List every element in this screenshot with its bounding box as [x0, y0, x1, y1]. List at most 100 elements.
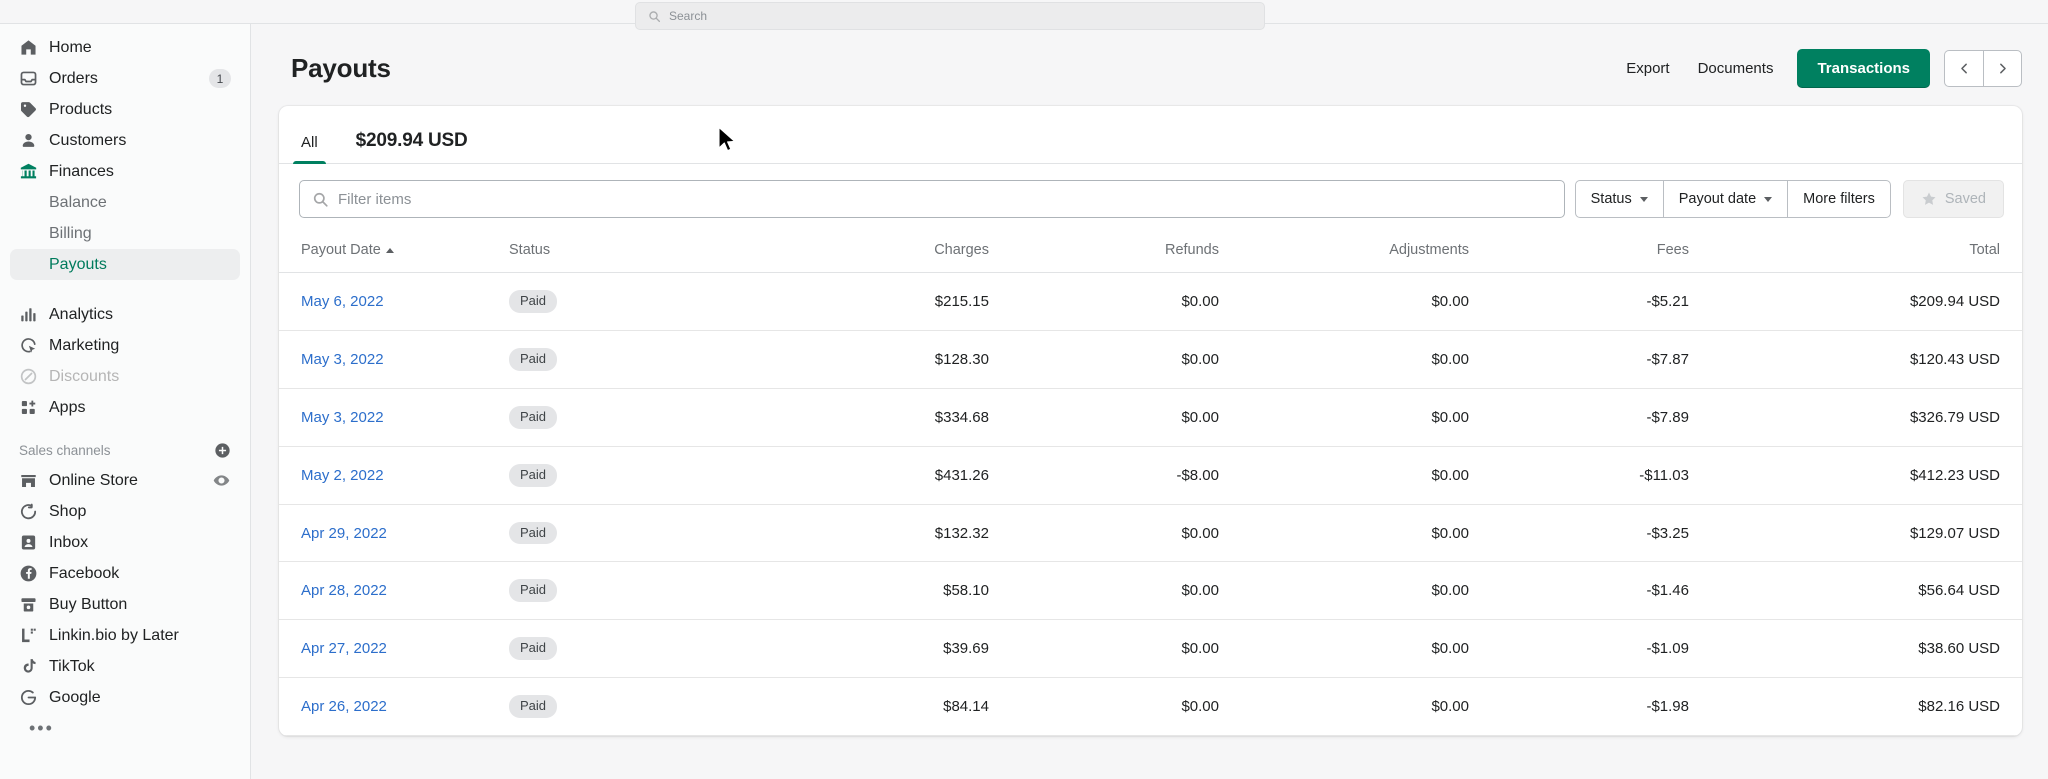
payout-date-link[interactable]: Apr 29, 2022	[301, 525, 387, 542]
sidebar-item-label: Shop	[49, 502, 87, 520]
more-filters-button[interactable]: More filters	[1788, 180, 1891, 218]
tab-all[interactable]: All	[285, 135, 334, 164]
table-row[interactable]: May 3, 2022 Paid $128.30 $0.00 $0.00 -$7.87 $1…	[279, 330, 2022, 389]
payout-date-cell: Apr 29, 2022	[279, 504, 509, 563]
sidebar-item-label: TikTok	[49, 657, 95, 675]
sidebar-item-facebook[interactable]: Facebook	[10, 558, 240, 589]
refunds-cell: $0.00	[989, 677, 1219, 737]
fees-cell: -$7.87	[1469, 330, 1689, 389]
page-title: Payouts	[291, 52, 391, 83]
preview-store-icon[interactable]	[212, 471, 231, 490]
star-icon	[1922, 192, 1936, 205]
tabs-row: All $209.94 USD	[279, 106, 2022, 164]
sidebar-subitem-label: Balance	[49, 193, 107, 211]
sidebar-item-analytics[interactable]: Analytics	[10, 299, 240, 330]
sidebar-item-products[interactable]: Products	[10, 94, 240, 125]
sidebar-item-customers[interactable]: Customers	[10, 125, 240, 156]
sidebar-item-label: Products	[49, 100, 113, 118]
table-row[interactable]: Apr 27, 2022 Paid $39.69 $0.00 $0.00 -$1.09 $3…	[279, 619, 2022, 679]
payout-date-link[interactable]: May 3, 2022	[301, 409, 384, 426]
payout-date-link[interactable]: May 2, 2022	[301, 467, 384, 484]
status-filter-button[interactable]: Status	[1574, 180, 1664, 218]
fees-cell: -$7.89	[1469, 388, 1689, 447]
status-badge: Paid	[509, 347, 558, 371]
sidebar-item-label: Analytics	[49, 305, 114, 323]
sidebar-item-payouts[interactable]: Payouts	[10, 249, 240, 280]
table-row[interactable]: May 6, 2022 Paid $215.15 $0.00 $0.00 -$5.21 $2…	[279, 272, 2022, 331]
charges-cell: $431.26	[759, 446, 989, 505]
status-cell: Paid	[509, 677, 759, 737]
adjustments-cell: $0.00	[1219, 330, 1469, 389]
refunds-cell: $0.00	[989, 330, 1219, 389]
payouts-table: Payout Date Status Charges Refunds Adjus…	[279, 232, 2022, 737]
charges-cell: $128.30	[759, 330, 989, 389]
sidebar-item-billing[interactable]: Billing	[10, 218, 240, 249]
sidebar-item-inbox[interactable]: Inbox	[10, 527, 240, 558]
sidebar-item-apps[interactable]: Apps	[10, 392, 240, 423]
column-header-payout-date[interactable]: Payout Date	[279, 232, 509, 273]
payout-date-filter-button[interactable]: Payout date	[1663, 180, 1789, 218]
apps-icon	[19, 398, 38, 417]
sidebar-item-finances[interactable]: Finances	[10, 156, 240, 187]
filter-items-input[interactable]	[338, 190, 1552, 208]
sidebar-item-marketing[interactable]: Marketing	[10, 330, 240, 361]
export-button[interactable]: Export	[1612, 52, 1683, 85]
column-header-charges[interactable]: Charges	[759, 232, 989, 273]
charges-cell: $58.10	[759, 561, 989, 621]
table-row[interactable]: Apr 29, 2022 Paid $132.32 $0.00 $0.00 -$3.25 $…	[279, 504, 2022, 563]
sidebar-item-label: Finances	[49, 162, 114, 180]
sidebar-item-label: Inbox	[49, 533, 89, 551]
sidebar-more-channels-button[interactable]: •••	[10, 713, 240, 744]
payout-date-link[interactable]: Apr 26, 2022	[301, 698, 387, 715]
payout-date-link[interactable]: May 6, 2022	[301, 293, 384, 310]
column-header-total[interactable]: Total	[1689, 232, 2022, 273]
sidebar-item-tiktok[interactable]: TikTok	[10, 651, 240, 682]
admin-app: Search Home Orders 1 Products Customers …	[0, 0, 2048, 779]
fees-cell: -$5.21	[1469, 272, 1689, 331]
refunds-cell: $0.00	[989, 504, 1219, 563]
table-row[interactable]: May 3, 2022 Paid $334.68 $0.00 $0.00 -$7.89 $3…	[279, 388, 2022, 447]
total-cell: $82.16 USD	[1689, 677, 2022, 737]
adjustments-cell: $0.00	[1219, 388, 1469, 447]
next-page-button[interactable]	[1983, 49, 2022, 87]
transactions-button[interactable]: Transactions	[1797, 48, 1930, 88]
column-header-adjustments[interactable]: Adjustments	[1219, 232, 1469, 273]
table-row[interactable]: Apr 26, 2022 Paid $84.14 $0.00 $0.00 -$1.98 $8…	[279, 677, 2022, 737]
filter-row: Status Payout date More filters	[279, 164, 2022, 232]
filter-buttons: Status Payout date More filters	[1574, 180, 1891, 218]
status-cell: Paid	[509, 446, 759, 505]
chevron-down-icon	[1639, 196, 1648, 202]
status-cell: Paid	[509, 504, 759, 563]
column-header-status[interactable]: Status	[509, 232, 759, 273]
table-row[interactable]: May 2, 2022 Paid $431.26 -$8.00 $0.00 -$11.03…	[279, 446, 2022, 505]
global-search-bar[interactable]: Search	[635, 2, 1265, 30]
sidebar-item-google[interactable]: Google	[10, 682, 240, 713]
payout-date-link[interactable]: Apr 28, 2022	[301, 582, 387, 599]
sidebar-item-balance[interactable]: Balance	[10, 187, 240, 218]
channels-nav: Online Store Shop Inbox Facebook Buy But…	[0, 465, 250, 744]
filter-search-wrapper[interactable]	[299, 180, 1565, 218]
sidebar-item-home[interactable]: Home	[10, 32, 240, 63]
sidebar-item-shop[interactable]: Shop	[10, 496, 240, 527]
tiktok-icon	[19, 657, 38, 676]
column-header-refunds[interactable]: Refunds	[989, 232, 1219, 273]
fees-cell: -$3.25	[1469, 504, 1689, 563]
sidebar-item-label: Online Store	[49, 471, 138, 489]
sidebar-item-orders[interactable]: Orders 1	[10, 63, 240, 94]
documents-button[interactable]: Documents	[1684, 52, 1788, 85]
column-header-fees[interactable]: Fees	[1469, 232, 1689, 273]
payout-date-cell: May 3, 2022	[279, 388, 509, 447]
add-channel-icon[interactable]	[214, 442, 231, 459]
payout-date-link[interactable]: Apr 27, 2022	[301, 640, 387, 657]
products-icon	[19, 100, 38, 119]
table-row[interactable]: Apr 28, 2022 Paid $58.10 $0.00 $0.00 -$1.46 $5…	[279, 561, 2022, 621]
shop-icon	[19, 502, 38, 521]
previous-page-button[interactable]	[1944, 49, 1983, 87]
column-label: Payout Date	[301, 242, 381, 258]
home-icon	[19, 38, 38, 57]
sidebar-item-online-store[interactable]: Online Store	[10, 465, 240, 496]
payout-date-link[interactable]: May 3, 2022	[301, 351, 384, 368]
sidebar-item-buy-button[interactable]: Buy Button	[10, 589, 240, 620]
sidebar-item-label: Marketing	[49, 336, 120, 354]
sidebar-item-linkin-bio[interactable]: Linkin.bio by Later	[10, 620, 240, 651]
